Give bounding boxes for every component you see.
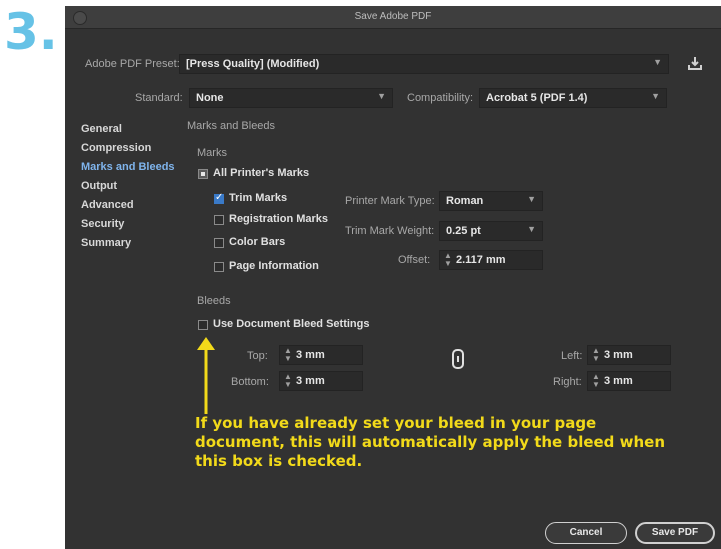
stepper-icon[interactable]: ▲ ▼ xyxy=(592,347,600,363)
save-pdf-button[interactable]: Save PDF xyxy=(635,522,715,544)
page-information-label: Page Information xyxy=(229,260,319,272)
chevron-down-icon: ▼ xyxy=(653,57,662,67)
registration-marks-checkbox[interactable] xyxy=(214,215,224,225)
offset-label: Offset: xyxy=(398,254,431,266)
save-preset-icon[interactable] xyxy=(687,56,703,70)
registration-marks-label: Registration Marks xyxy=(229,213,329,225)
trim-marks-label: Trim Marks xyxy=(229,192,288,204)
bleed-right-value: 3 mm xyxy=(604,375,633,387)
trim-mark-weight-value: 0.25 pt xyxy=(446,225,481,237)
save-adobe-pdf-dialog: Save Adobe PDF Adobe PDF Preset: [Press … xyxy=(65,6,721,549)
sidebar-item-security[interactable]: Security xyxy=(81,218,124,230)
bleed-left-value: 3 mm xyxy=(604,349,633,361)
bleed-top-field[interactable]: ▲ ▼ 3 mm xyxy=(279,345,363,365)
cancel-button[interactable]: Cancel xyxy=(545,522,627,544)
trim-mark-weight-dropdown[interactable]: 0.25 pt ▼ xyxy=(439,221,543,241)
sidebar-item-advanced[interactable]: Advanced xyxy=(81,199,134,211)
printer-mark-type-label: Printer Mark Type: xyxy=(345,195,435,207)
use-document-bleed-checkbox[interactable] xyxy=(198,320,208,330)
preset-dropdown[interactable]: [Press Quality] (Modified) ▼ xyxy=(179,54,669,74)
page-information-checkbox[interactable] xyxy=(214,262,224,272)
bleeds-heading: Bleeds xyxy=(197,295,231,307)
offset-value: 2.117 mm xyxy=(456,254,506,266)
sidebar-item-general[interactable]: General xyxy=(81,123,122,135)
stepper-icon[interactable]: ▲ ▼ xyxy=(444,252,452,268)
callout-text: If you have already set your bleed in yo… xyxy=(195,414,666,470)
compatibility-value: Acrobat 5 (PDF 1.4) xyxy=(486,92,588,104)
step-number: 3. xyxy=(4,3,58,61)
callout-arrow-icon xyxy=(197,337,215,414)
bleed-bottom-value: 3 mm xyxy=(296,375,325,387)
sidebar-item-output[interactable]: Output xyxy=(81,180,117,192)
window-title: Save Adobe PDF xyxy=(354,11,432,22)
chevron-down-icon: ▼ xyxy=(377,91,386,101)
bleed-top-value: 3 mm xyxy=(296,349,325,361)
trim-marks-checkbox[interactable] xyxy=(214,192,224,204)
standard-dropdown[interactable]: None ▼ xyxy=(189,88,393,108)
preset-label: Adobe PDF Preset: xyxy=(85,58,180,70)
printer-mark-type-value: Roman xyxy=(446,195,484,207)
bleed-right-label: Right: xyxy=(553,376,582,388)
panel-heading: Marks and Bleeds xyxy=(187,120,276,132)
use-document-bleed-label: Use Document Bleed Settings xyxy=(213,318,370,330)
trim-mark-weight-label: Trim Mark Weight: xyxy=(345,225,435,237)
chevron-down-icon: ▼ xyxy=(527,194,536,204)
marks-heading: Marks xyxy=(197,147,227,159)
chevron-down-icon: ▼ xyxy=(527,224,536,234)
stepper-icon[interactable]: ▲ ▼ xyxy=(592,373,600,389)
all-printers-marks-label: All Printer's Marks xyxy=(213,167,310,179)
sidebar-item-summary[interactable]: Summary xyxy=(81,237,131,249)
compatibility-dropdown[interactable]: Acrobat 5 (PDF 1.4) ▼ xyxy=(479,88,667,108)
title-bar: Save Adobe PDF xyxy=(65,6,721,29)
bleed-left-label: Left: xyxy=(561,350,583,362)
bleed-bottom-field[interactable]: ▲ ▼ 3 mm xyxy=(279,371,363,391)
color-bars-label: Color Bars xyxy=(229,236,286,248)
bleed-top-label: Top: xyxy=(247,350,268,362)
standard-value: None xyxy=(196,92,224,104)
stepper-icon[interactable]: ▲ ▼ xyxy=(284,347,292,363)
standard-label: Standard: xyxy=(135,92,183,104)
link-bleeds-icon[interactable] xyxy=(452,349,464,369)
preset-value: [Press Quality] (Modified) xyxy=(186,58,320,70)
bleed-bottom-label: Bottom: xyxy=(231,376,269,388)
stepper-icon[interactable]: ▲ ▼ xyxy=(284,373,292,389)
printer-mark-type-dropdown[interactable]: Roman ▼ xyxy=(439,191,543,211)
sidebar-item-compression[interactable]: Compression xyxy=(81,142,151,154)
compatibility-label: Compatibility: xyxy=(407,92,474,104)
color-bars-checkbox[interactable] xyxy=(214,238,224,248)
bleed-left-field[interactable]: ▲ ▼ 3 mm xyxy=(587,345,671,365)
chevron-down-icon: ▼ xyxy=(651,91,660,101)
bleed-right-field[interactable]: ▲ ▼ 3 mm xyxy=(587,371,671,391)
sidebar-item-marks-and-bleeds[interactable]: Marks and Bleeds xyxy=(81,161,175,173)
all-printers-marks-checkbox[interactable] xyxy=(198,169,208,179)
offset-field[interactable]: ▲ ▼ 2.117 mm xyxy=(439,250,543,270)
